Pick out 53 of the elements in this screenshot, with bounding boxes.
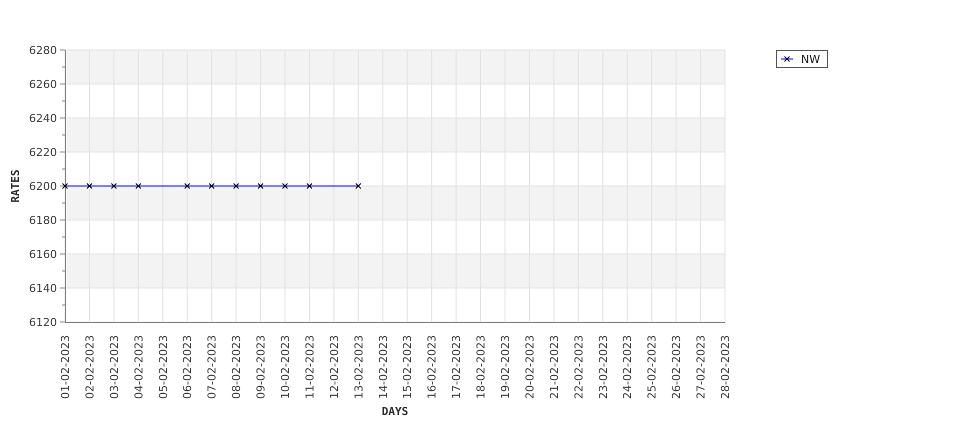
legend-box <box>776 50 828 68</box>
y-tick-label: 6180 <box>29 214 57 227</box>
data-point <box>306 183 312 189</box>
x-tick-label: 25-02-2023 <box>646 335 659 399</box>
data-point <box>282 183 288 189</box>
x-tick-label: 06-02-2023 <box>181 335 194 399</box>
x-axis-title: DAYS <box>382 405 408 418</box>
legend-marker-icon <box>780 56 794 62</box>
y-tick-label: 6220 <box>29 146 57 159</box>
data-point <box>62 183 68 189</box>
y-tick-label: 6160 <box>29 248 57 261</box>
x-tick-label: 15-02-2023 <box>401 335 414 399</box>
x-tick-label: 07-02-2023 <box>206 335 219 399</box>
x-tick-label: 13-02-2023 <box>352 335 366 399</box>
data-point <box>233 183 240 189</box>
data-point <box>355 183 362 189</box>
y-tick-label: 6280 <box>29 44 57 57</box>
x-tick-label: 03-02-2023 <box>108 335 121 399</box>
x-tick-label: 22-02-2023 <box>572 335 586 399</box>
data-point <box>184 183 190 189</box>
data-point <box>110 183 117 189</box>
y-tick-label: 6240 <box>29 112 57 125</box>
legend-label: NW <box>801 53 820 66</box>
data-point <box>208 183 215 189</box>
x-tick-label: 21-02-2023 <box>548 335 561 399</box>
x-tick-label: 28-02-2023 <box>719 335 732 399</box>
data-point <box>86 183 92 189</box>
y-tick-label: 6120 <box>29 316 57 329</box>
x-tick-label: 11-02-2023 <box>303 335 316 399</box>
data-point <box>135 183 142 189</box>
x-tick-label: 17-02-2023 <box>450 335 464 399</box>
x-tick-label: 19-02-2023 <box>499 335 512 399</box>
x-tick-label: 23-02-2023 <box>596 335 610 399</box>
x-tick-label: 02-02-2023 <box>83 335 96 399</box>
x-tick-label: 20-02-2023 <box>523 335 536 399</box>
y-tick-label: 6140 <box>29 282 57 295</box>
x-tick-label: 18-02-2023 <box>474 335 488 399</box>
x-tick-label: 12-02-2023 <box>328 335 341 399</box>
y-tick-label: 6200 <box>29 180 57 193</box>
y-tick-label: 6260 <box>29 78 57 91</box>
x-tick-label: 04-02-2023 <box>132 335 146 399</box>
x-tick-label: 05-02-2023 <box>156 335 170 399</box>
x-tick-label: 09-02-2023 <box>254 335 268 399</box>
y-axis-title: RATES <box>9 169 22 203</box>
x-tick-label: 24-02-2023 <box>621 335 634 399</box>
x-tick-label: 27-02-2023 <box>694 335 708 399</box>
x-tick-label: 14-02-2023 <box>376 335 390 399</box>
x-tick-label: 26-02-2023 <box>670 335 684 399</box>
x-tick-label: 16-02-2023 <box>426 335 439 399</box>
x-tick-label: 08-02-2023 <box>230 335 244 399</box>
x-tick-label: 01-02-2023 <box>59 335 72 399</box>
x-tick-label: 10-02-2023 <box>279 335 292 399</box>
data-point <box>258 183 264 189</box>
